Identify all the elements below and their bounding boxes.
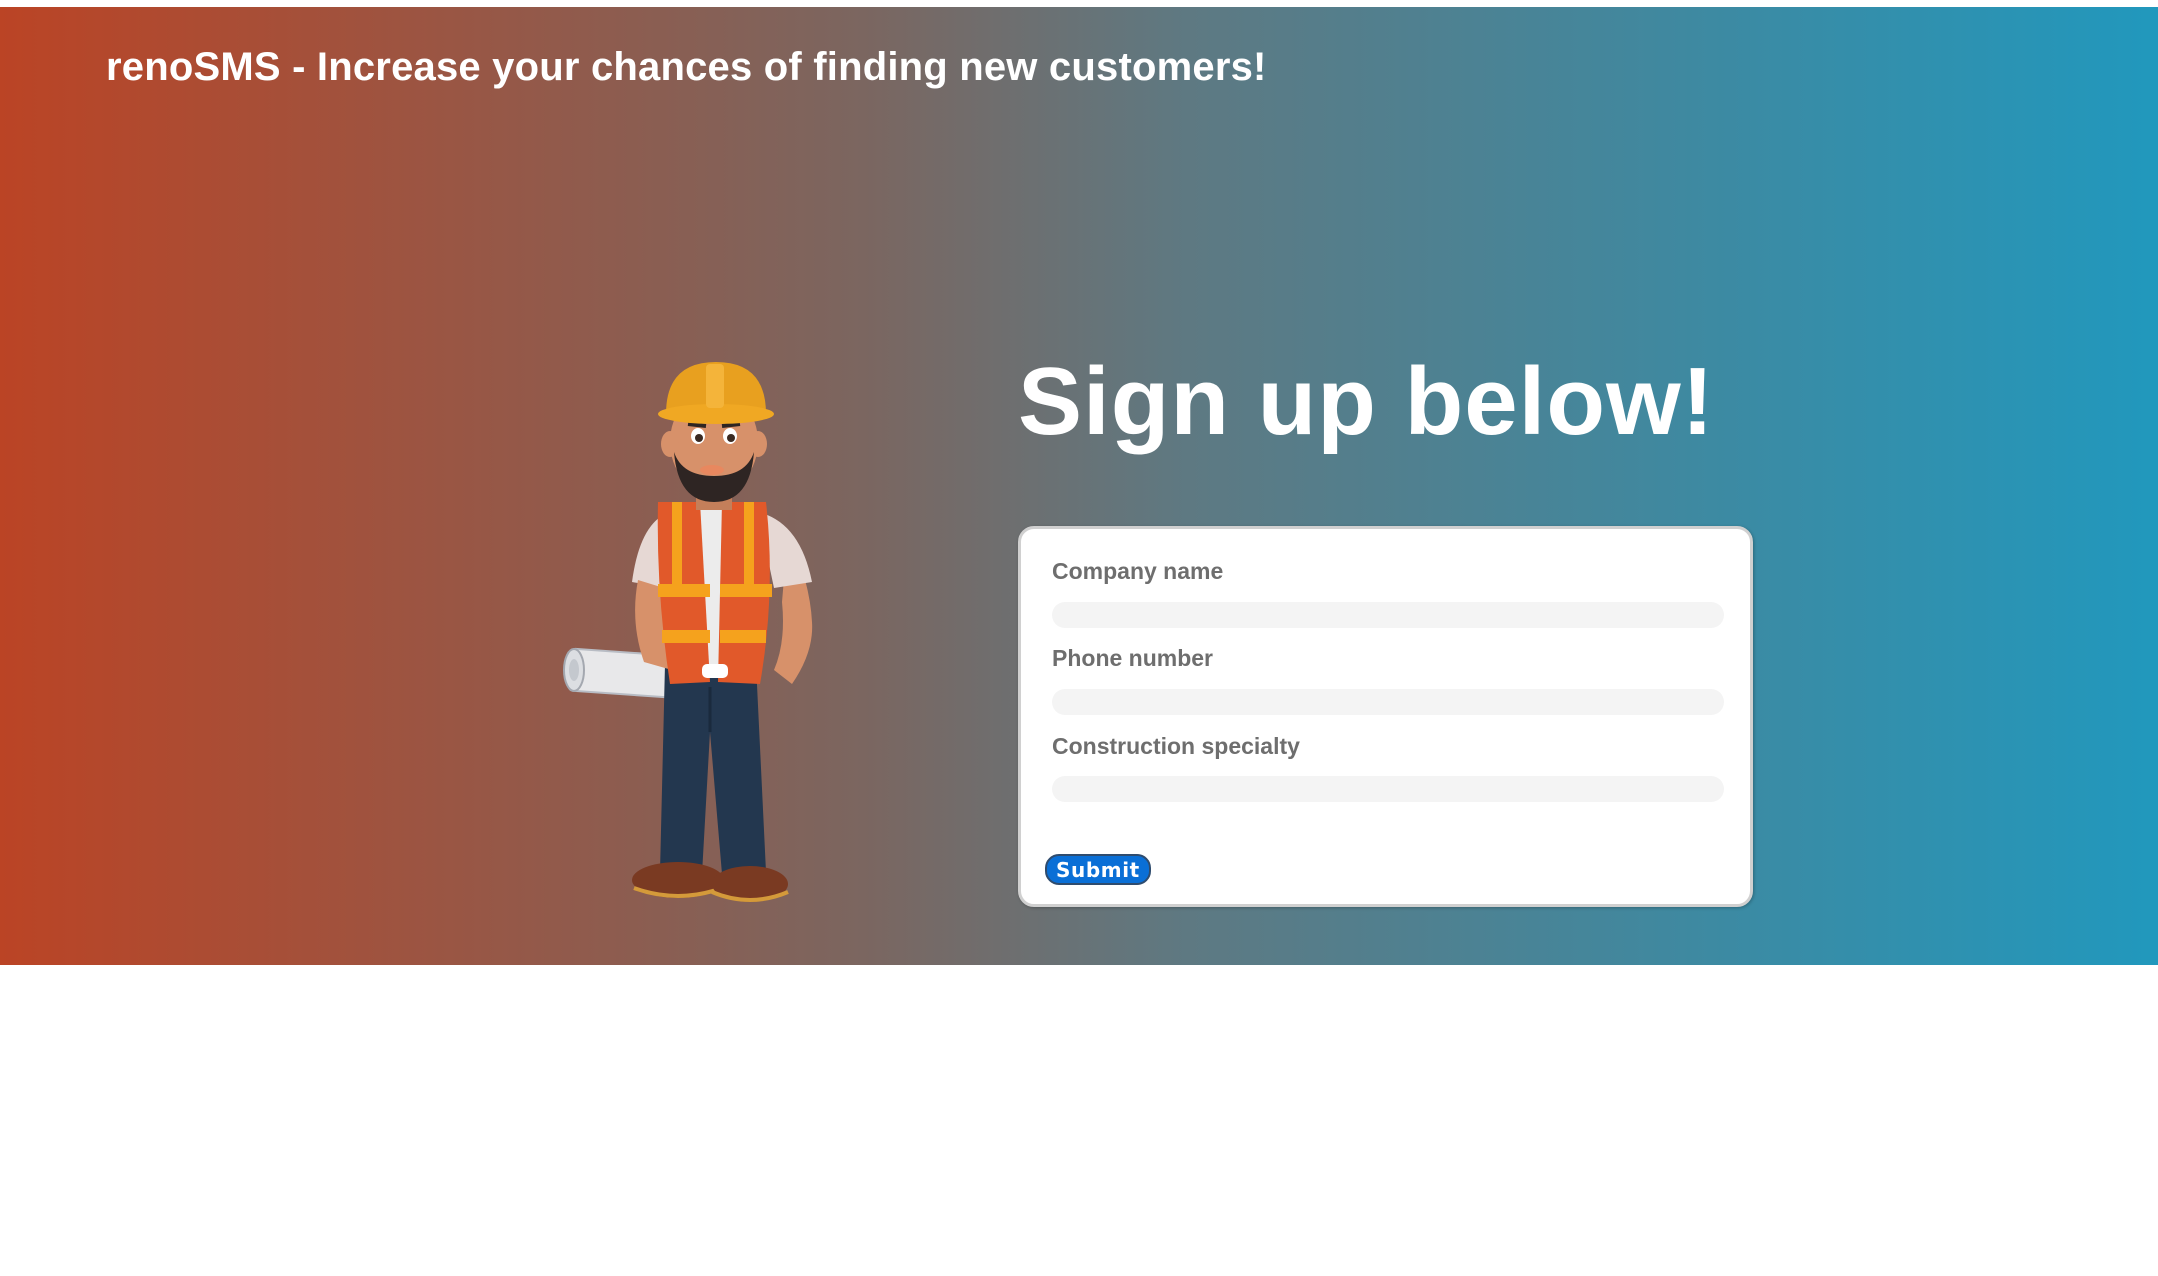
site-title: renoSMS - Increase your chances of findi… <box>106 45 1267 89</box>
submit-button[interactable]: Submit <box>1045 854 1151 885</box>
hero-section: renoSMS - Increase your chances of findi… <box>0 7 2158 965</box>
signup-heading: Sign up below! <box>1018 348 1715 455</box>
construction-specialty-input[interactable] <box>1052 776 1724 802</box>
top-strip <box>0 0 2158 7</box>
signup-form: Company name Phone number Construction s… <box>1018 526 1753 907</box>
construction-worker-illustration <box>563 362 813 902</box>
company-name-label: Company name <box>1052 558 1224 584</box>
company-name-input[interactable] <box>1052 602 1724 628</box>
construction-specialty-label: Construction specialty <box>1052 733 1300 759</box>
hard-hat-icon <box>658 362 774 424</box>
phone-number-label: Phone number <box>1052 645 1214 671</box>
phone-number-input[interactable] <box>1052 689 1724 715</box>
